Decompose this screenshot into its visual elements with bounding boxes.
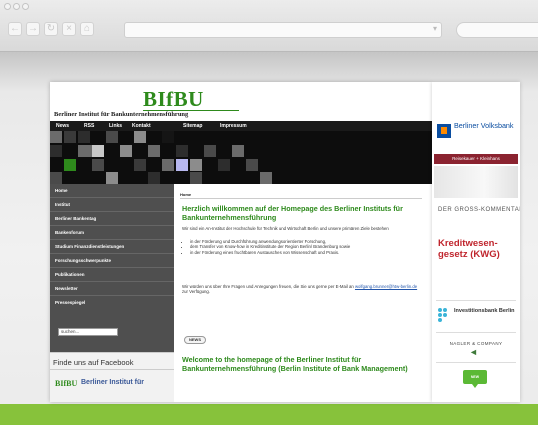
- welcome-heading-de: Herzlich willkommen auf der Homepage des…: [182, 204, 403, 222]
- sidebar-item-forschung[interactable]: Forschungsschwerpunkte: [50, 254, 174, 268]
- mosaic-tile: [78, 145, 92, 157]
- breadcrumb[interactable]: Home: [180, 192, 191, 197]
- contact-paragraph: Wir würden uns über Ihre Fragen und Anre…: [182, 284, 422, 295]
- mosaic-tile: [148, 145, 160, 157]
- sidebar-item-home[interactable]: Home: [50, 184, 174, 198]
- mosaic-tile: [176, 145, 188, 157]
- mosaic-tile: [92, 145, 104, 157]
- nagler-ad[interactable]: NAGLER & COMPANY: [436, 341, 516, 346]
- divider: [436, 332, 516, 333]
- mosaic-tile: [50, 172, 62, 184]
- mosaic-tile: [106, 172, 118, 184]
- divider: [436, 362, 516, 363]
- mosaic-tile: [50, 145, 62, 157]
- mosaic-tile: [64, 131, 76, 143]
- ibb-ad[interactable]: Investitionsbank Berlin: [454, 308, 516, 315]
- volksbank-strip[interactable]: Reisekauer + Kleinhans: [434, 154, 518, 164]
- sidebar-item-pressespiegel[interactable]: Pressespiegel: [50, 296, 174, 310]
- mosaic-tile: [134, 159, 146, 171]
- mosaic-tile: [64, 159, 76, 171]
- mosaic-tile: [148, 172, 160, 184]
- mosaic-tile: [78, 131, 90, 143]
- back-icon[interactable]: ←: [8, 22, 22, 36]
- nav-impressum[interactable]: Impressum: [220, 123, 247, 129]
- reload-icon[interactable]: ↻: [44, 22, 58, 36]
- site-logo[interactable]: BIfBU: [143, 87, 204, 112]
- site-subtitle: Berliner Institut für Bankunternehmensfü…: [54, 111, 189, 118]
- window-controls: [4, 3, 29, 10]
- mosaic-tile: [176, 159, 188, 171]
- sidebar-item-studium[interactable]: Studium Finanzdienstleistungen: [50, 240, 174, 254]
- facebook-box: Finde uns auf Facebook BIfBU Berliner In…: [50, 352, 174, 402]
- kwg-ad-small-text[interactable]: DER GROSS-KOMMENTAR ZUM: [438, 206, 520, 215]
- mosaic-tile: [246, 159, 258, 171]
- top-navigation: News RSS Links Kontakt Sitemap Impressum: [50, 121, 432, 131]
- mosaic-tile: [50, 131, 62, 143]
- header-mosaic-image: [50, 131, 432, 184]
- divider: [50, 369, 174, 370]
- nagler-arrow-icon: ◄: [469, 347, 478, 357]
- browser-search-field[interactable]: [456, 22, 538, 38]
- volksbank-logo-icon[interactable]: [437, 124, 451, 138]
- site-container: BIfBU Berliner Institut für Bankunterneh…: [50, 82, 432, 402]
- sidebar-item-publikationen[interactable]: Publikationen: [50, 268, 174, 282]
- ad-photo[interactable]: [434, 166, 518, 198]
- facebook-page-name[interactable]: Berliner Institut für: [81, 379, 144, 386]
- mosaic-tile: [134, 131, 146, 143]
- volksbank-ad[interactable]: Berliner Volksbank: [454, 121, 514, 131]
- forward-icon[interactable]: →: [26, 22, 40, 36]
- site-header: BIfBU Berliner Institut für Bankunterneh…: [50, 82, 432, 121]
- mosaic-tile: [260, 172, 272, 184]
- facebook-title: Finde uns auf Facebook: [53, 358, 134, 367]
- nav-links[interactable]: Links: [109, 123, 122, 129]
- mosaic-tile: [190, 159, 202, 171]
- mosaic-tile: [162, 159, 174, 171]
- stop-icon[interactable]: ×: [62, 22, 76, 36]
- speech-bubble-icon[interactable]: NEW: [463, 370, 487, 388]
- home-icon[interactable]: ⌂: [80, 22, 94, 36]
- zoom-window-button[interactable]: [22, 3, 29, 10]
- welcome-heading-en: Welcome to the homepage of the Berliner …: [182, 355, 408, 373]
- nav-sitemap[interactable]: Sitemap: [183, 123, 202, 129]
- mosaic-tile: [218, 159, 230, 171]
- sidebar: Home Institut Berliner Bankentag Bankenf…: [50, 184, 174, 402]
- sidebar-item-institut[interactable]: Institut: [50, 198, 174, 212]
- sidebar-item-bankenforum[interactable]: Bankenforum: [50, 226, 174, 240]
- mosaic-tile: [120, 145, 132, 157]
- mosaic-tile: [232, 145, 244, 157]
- mosaic-tile: [162, 131, 174, 143]
- ibb-logo-icon[interactable]: [438, 308, 450, 322]
- nav-rss[interactable]: RSS: [84, 123, 94, 129]
- goals-list: in der Förderung und Durchführung anwend…: [182, 239, 422, 255]
- ads-column: Berliner Volksbank Reisekauer + Kleinhan…: [432, 82, 520, 402]
- minimize-window-button[interactable]: [13, 3, 20, 10]
- list-item: in der Förderung eines fruchtbaren Austa…: [190, 250, 422, 255]
- mosaic-tile: [92, 159, 104, 171]
- close-window-button[interactable]: [4, 3, 11, 10]
- sidebar-item-newsletter[interactable]: Newsletter: [50, 282, 174, 296]
- contact-tail: zur Verfügung.: [182, 289, 210, 295]
- nav-kontakt[interactable]: Kontakt: [132, 123, 151, 129]
- divider: [436, 300, 516, 301]
- address-bar[interactable]: ▾: [124, 22, 442, 38]
- mosaic-tile: [204, 145, 216, 157]
- browser-toolbar: ← → ↻ × ⌂ ▾: [0, 0, 538, 52]
- facebook-page-logo[interactable]: BIfBU: [55, 379, 77, 388]
- contact-text: Wir würden uns über Ihre Fragen und Anre…: [182, 284, 354, 289]
- mosaic-tile: [190, 172, 202, 184]
- search-input[interactable]: suchen...: [58, 328, 118, 336]
- chevron-down-icon[interactable]: ▾: [433, 24, 437, 33]
- kwg-ad-title[interactable]: Kreditwesen-gesetz (KWG): [438, 238, 518, 260]
- mosaic-tile: [106, 131, 118, 143]
- news-button[interactable]: NEWS: [184, 336, 206, 344]
- main-content: Home Herzlich willkommen auf der Homepag…: [174, 184, 432, 402]
- intro-paragraph: Wir sind ein An-Institut der Hochschule …: [182, 226, 389, 231]
- sidebar-item-bankentag[interactable]: Berliner Bankentag: [50, 212, 174, 226]
- page-footer-bar: [0, 404, 538, 425]
- divider: [180, 198, 422, 199]
- contact-email-link[interactable]: wolfgang.brunner@htw-berlin.de: [355, 284, 417, 289]
- nav-news[interactable]: News: [56, 123, 69, 129]
- browser-nav-buttons: ← → ↻ × ⌂: [8, 22, 94, 36]
